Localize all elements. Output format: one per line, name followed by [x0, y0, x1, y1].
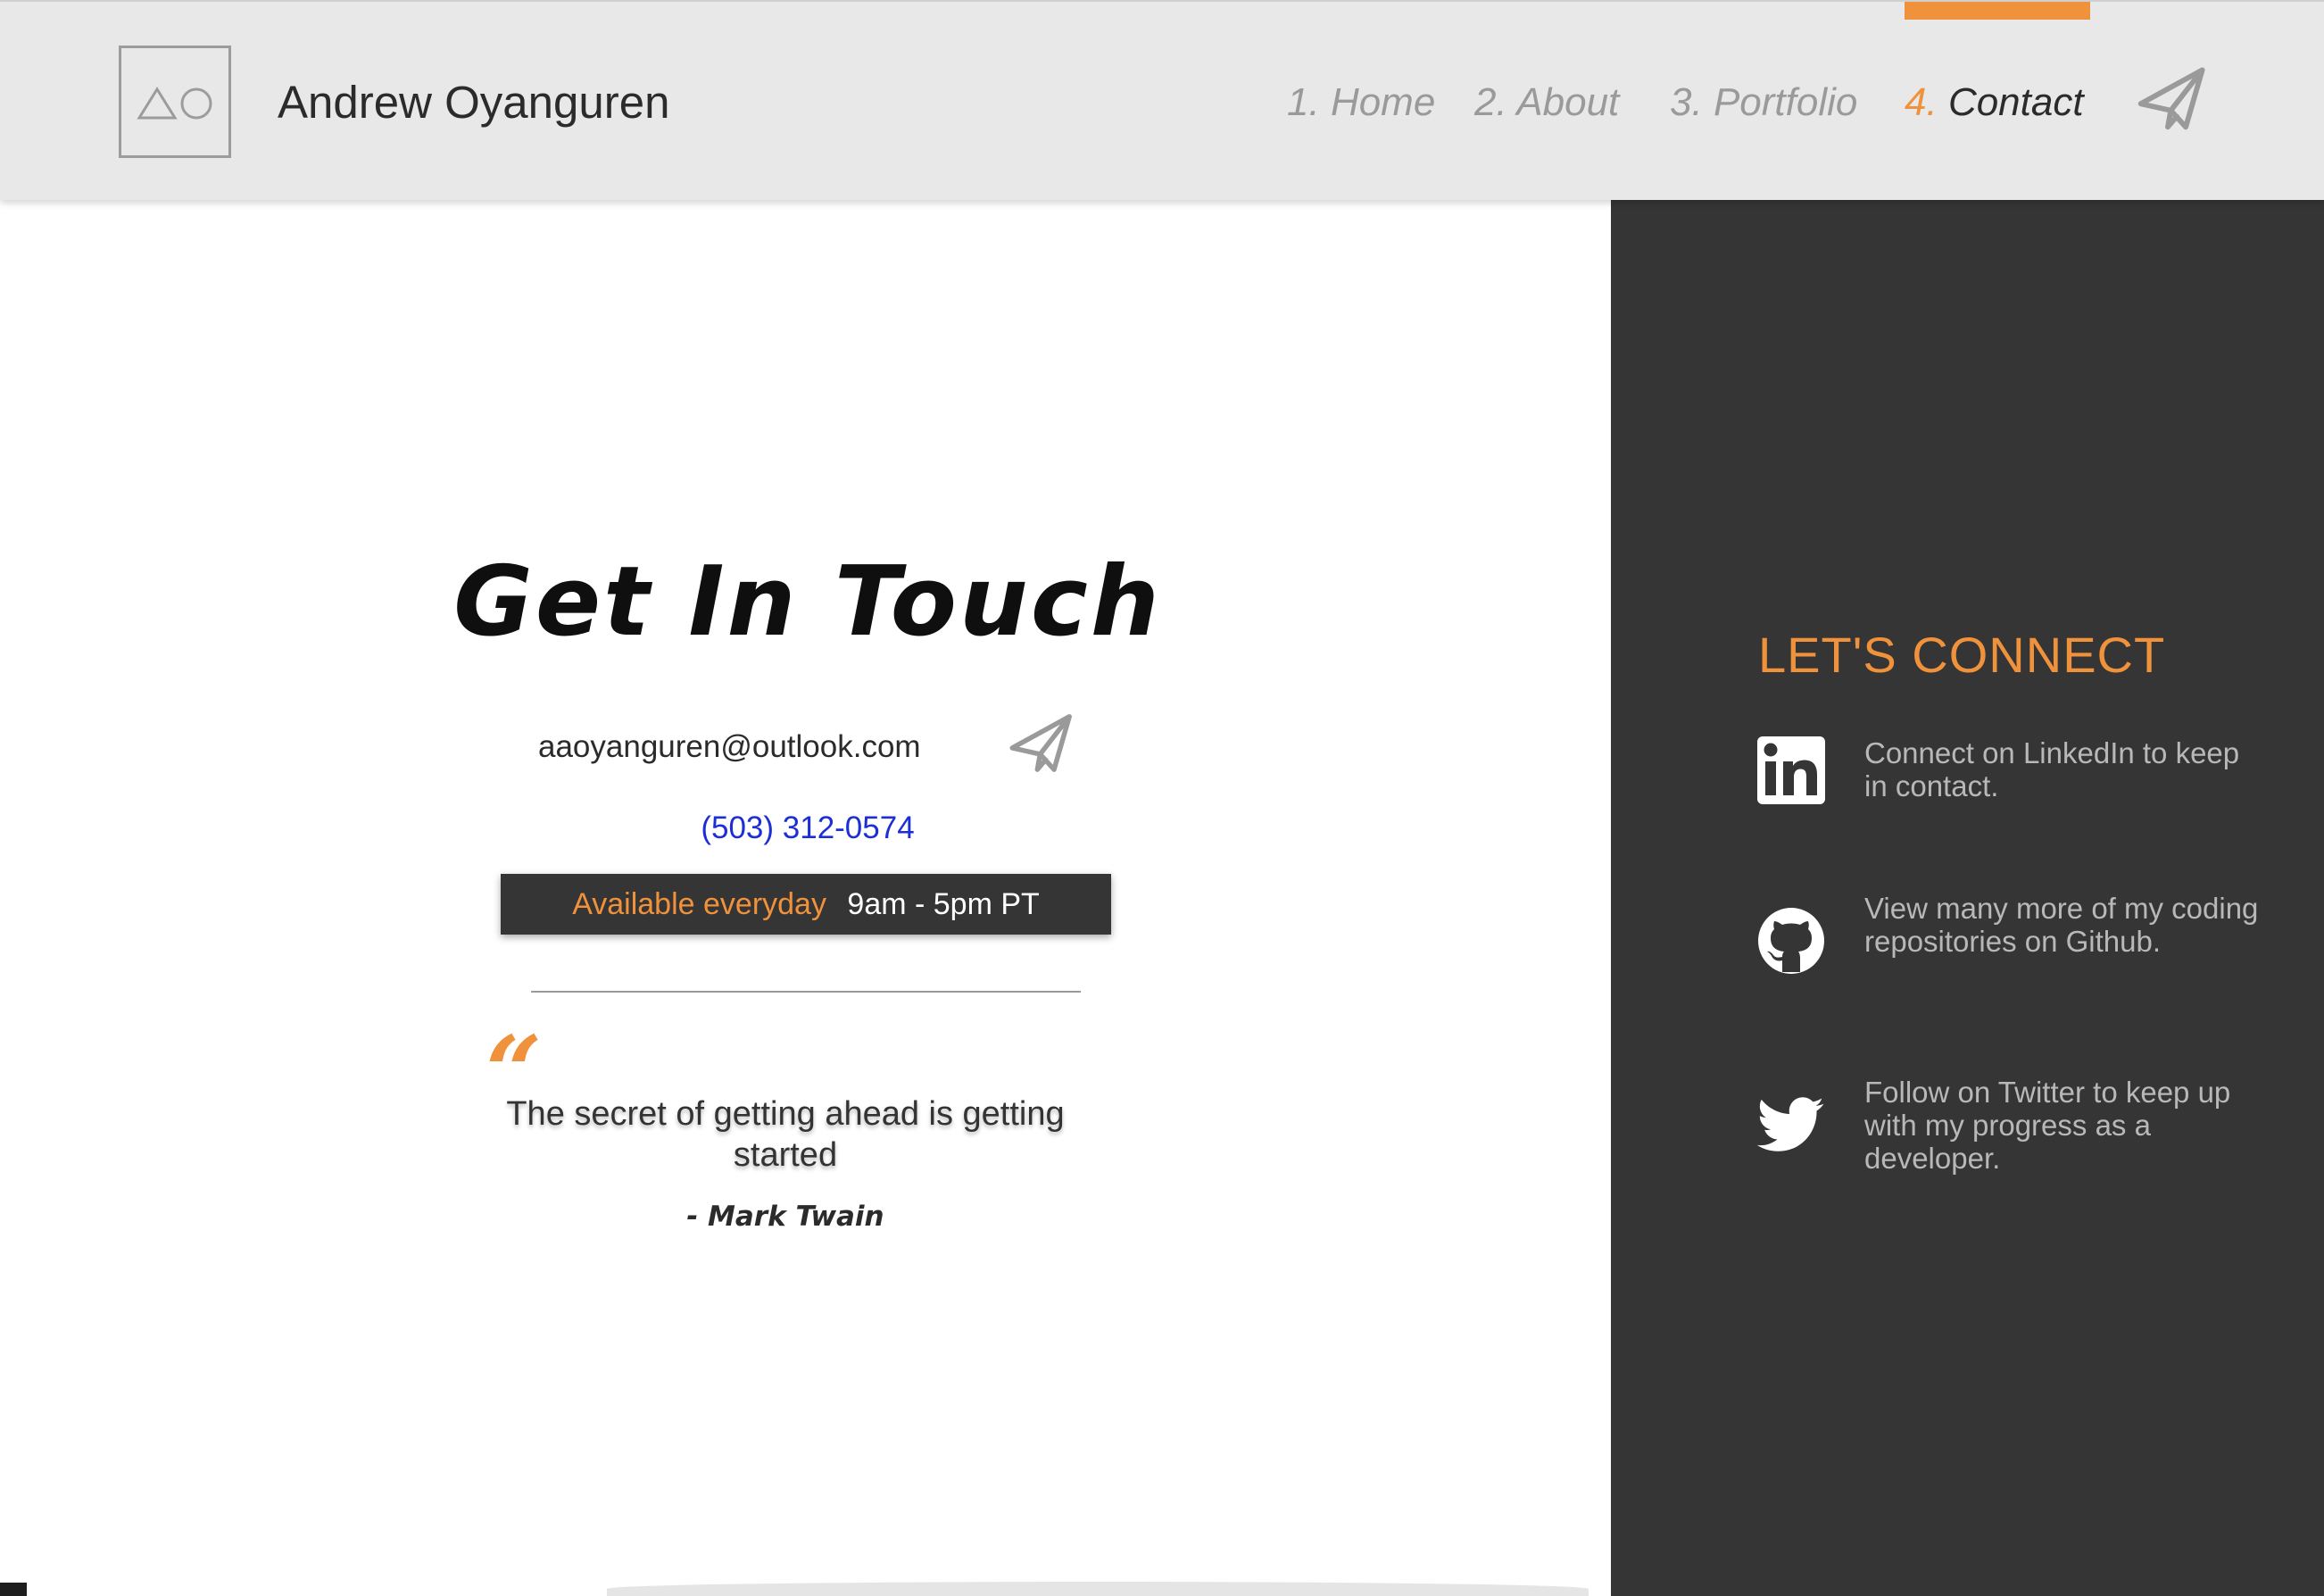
email-address[interactable]: aaoyanguren@outlook.com: [538, 725, 921, 769]
linkedin-text[interactable]: Connect on LinkedIn to keep in contact.: [1864, 736, 2266, 802]
twitter-text[interactable]: Follow on Twitter to keep up with my pro…: [1864, 1076, 2266, 1175]
divider: [531, 991, 1081, 993]
twitter-icon[interactable]: [1756, 1091, 1825, 1159]
nav-contact[interactable]: 4. Contact: [1905, 73, 2084, 132]
connect-title: LET'S CONNECT: [1758, 627, 2166, 683]
nav-portfolio[interactable]: 3. Portfolio: [1670, 73, 1857, 132]
availability-banner: Available everyday 9am - 5pm PT: [501, 874, 1111, 935]
contact-title: Get In Touch: [453, 546, 1162, 658]
github-icon[interactable]: [1757, 907, 1825, 975]
nav-about-label: About: [1516, 80, 1620, 124]
nav-home-number: 1.: [1287, 80, 1320, 124]
availability-label: Available everyday: [572, 887, 826, 921]
nav-home-label: Home: [1330, 80, 1436, 124]
active-nav-indicator: [1905, 2, 2090, 20]
site-name[interactable]: Andrew Oyanguren: [278, 71, 669, 134]
page-edge: [0, 1583, 27, 1596]
send-email-icon[interactable]: [1007, 710, 1076, 779]
logo-mark-icon: [137, 87, 212, 120]
nav-about[interactable]: 2. About: [1474, 73, 1619, 132]
nav-portfolio-number: 3.: [1670, 80, 1703, 124]
bottom-shadow: [607, 1582, 1589, 1596]
quote-text: The secret of getting ahead is getting s…: [506, 1095, 1065, 1174]
connect-sidebar: LET'S CONNECT Connect on LinkedIn to kee…: [1611, 200, 2324, 1596]
phone-link[interactable]: (503) 312-0574: [535, 806, 1080, 851]
nav-contact-number: 4.: [1905, 80, 1938, 124]
nav-home[interactable]: 1. Home: [1287, 73, 1435, 132]
logo[interactable]: [119, 46, 231, 158]
site-header: Andrew Oyanguren 1. Home 2. About 3. Por…: [0, 0, 2324, 200]
nav-about-number: 2.: [1474, 80, 1507, 124]
paper-plane-icon[interactable]: [2135, 62, 2210, 137]
quote-author: - Mark Twain: [686, 1201, 884, 1233]
github-text[interactable]: View many more of my coding repositories…: [1864, 892, 2266, 958]
linkedin-icon[interactable]: [1757, 736, 1825, 804]
nav-portfolio-label: Portfolio: [1713, 80, 1858, 124]
nav-contact-label: Contact: [1947, 80, 2084, 124]
availability-hours: 9am - 5pm PT: [847, 887, 1040, 921]
